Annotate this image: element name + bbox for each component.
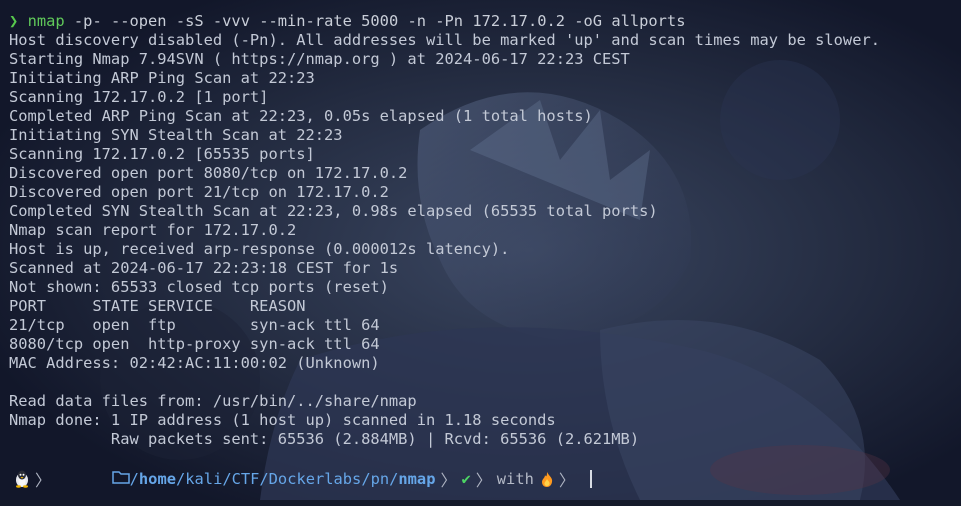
output-line: Nmap scan report for 172.17.0.2 xyxy=(9,221,297,239)
prompt-arrow-icon: ❯ xyxy=(9,12,19,30)
output-line: Raw packets sent: 65536 (2.884MB) | Rcvd… xyxy=(9,430,640,448)
output-line: Host discovery disabled (-Pn). All addre… xyxy=(9,31,880,49)
output-line: Initiating ARP Ping Scan at 22:23 xyxy=(9,69,315,87)
output-line: Completed SYN Stealth Scan at 22:23, 0.9… xyxy=(9,202,658,220)
terminal-output: ❯ nmap -p- --open -sS -vvv --min-rate 50… xyxy=(9,12,961,449)
output-line: Read data files from: /usr/bin/../share/… xyxy=(9,392,417,410)
text-cursor[interactable] xyxy=(589,470,592,488)
chevron-right-icon: 〉 xyxy=(475,471,492,490)
path-home: home xyxy=(138,470,176,488)
with-label: with xyxy=(496,470,534,488)
output-line: Scanning 172.17.0.2 [65535 ports] xyxy=(9,145,315,163)
output-line: Completed ARP Ping Scan at 22:23, 0.05s … xyxy=(9,107,593,125)
flame-icon xyxy=(540,466,554,492)
output-line: Scanning 172.17.0.2 [1 port] xyxy=(9,88,269,106)
status-ok-icon: ✔ xyxy=(461,470,471,488)
port-table-row: 8080/tcp open http-proxy syn-ack ttl 64 xyxy=(9,335,380,353)
output-line: Initiating SYN Stealth Scan at 22:23 xyxy=(9,126,343,144)
linux-tux-icon xyxy=(14,466,30,492)
output-line: Host is up, received arp-response (0.000… xyxy=(9,240,510,258)
chevron-right-icon: 〉 xyxy=(558,471,575,490)
output-line: Starting Nmap 7.94SVN ( https://nmap.org… xyxy=(9,50,630,68)
command-name: nmap xyxy=(27,12,65,30)
output-line: MAC Address: 02:42:AC:11:00:02 (Unknown) xyxy=(9,354,380,372)
folder-icon xyxy=(56,452,130,506)
output-line: Nmap done: 1 IP address (1 host up) scan… xyxy=(9,411,556,429)
prompt-statusbar: 〉 / home / kali/CTF/Dockerlabs/pn/nmap 〉 ✔ … xyxy=(14,466,592,492)
output-line: Not shown: 65533 closed tcp ports (reset… xyxy=(9,278,389,296)
output-line: Scanned at 2024-06-17 22:23:18 CEST for … xyxy=(9,259,399,277)
command-line[interactable]: ❯ nmap -p- --open -sS -vvv --min-rate 50… xyxy=(9,12,961,31)
chevron-right-icon: 〉 xyxy=(440,471,457,490)
chevron-right-icon: 〉 xyxy=(35,471,52,490)
port-table-row: 21/tcp open ftp syn-ack ttl 64 xyxy=(9,316,380,334)
path-segment[interactable]: / home / kali/CTF/Dockerlabs/pn/nmap xyxy=(56,466,435,492)
output-line: Discovered open port 8080/tcp on 172.17.… xyxy=(9,164,408,182)
path-middle: kali/CTF/Dockerlabs/pn/ xyxy=(185,470,399,488)
port-table-header: PORT STATE SERVICE REASON xyxy=(9,297,306,315)
command-args: -p- --open -sS -vvv --min-rate 5000 -n -… xyxy=(64,12,686,30)
path-current-dir: nmap xyxy=(398,470,436,488)
output-line: Discovered open port 21/tcp on 172.17.0.… xyxy=(9,183,389,201)
